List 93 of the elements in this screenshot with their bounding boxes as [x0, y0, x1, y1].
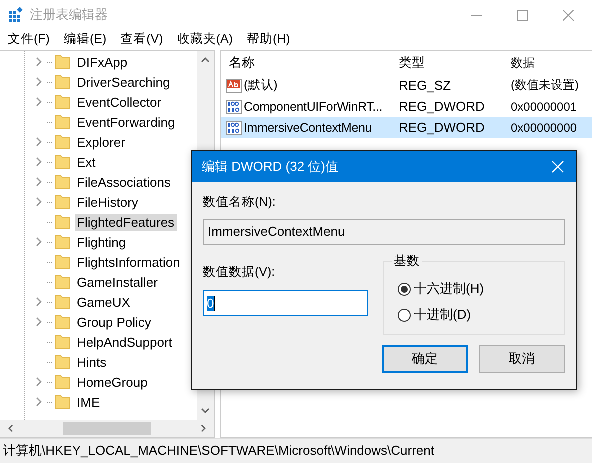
chevron-icon[interactable] — [36, 397, 42, 407]
folder-icon — [55, 394, 71, 410]
value-data: 0x00000000 — [510, 120, 578, 134]
scroll-right-icon[interactable] — [200, 424, 206, 433]
folder-icon — [55, 114, 71, 130]
tree-item[interactable]: Flighting — [75, 234, 128, 250]
tree-item[interactable]: GameUX — [75, 294, 132, 310]
tree-item[interactable]: DIFxApp — [75, 54, 130, 70]
column-header[interactable]: 类型 — [395, 54, 505, 72]
tree-item[interactable]: Group Policy — [75, 314, 154, 330]
menu-item[interactable]: 文件(F) — [8, 30, 50, 48]
folder-icon — [55, 374, 71, 390]
tree-item[interactable]: FlightsInformation — [75, 254, 182, 270]
chevron-icon[interactable] — [36, 317, 42, 327]
cancel-button[interactable]: 取消 — [479, 345, 565, 373]
chevron-icon[interactable] — [36, 97, 42, 107]
binary-value-icon — [226, 120, 242, 136]
tree-item[interactable]: EventForwarding — [75, 114, 178, 130]
folder-icon — [55, 194, 71, 210]
data-input-field[interactable]: 0 — [203, 290, 368, 316]
chevron-icon[interactable] — [36, 177, 42, 187]
tree-item[interactable]: Ext — [75, 154, 98, 170]
tree-item[interactable]: FileHistory — [75, 194, 140, 210]
tree-item[interactable]: IME — [75, 394, 102, 410]
maximize-icon[interactable] — [517, 10, 528, 20]
menu-item[interactable]: 查看(V) — [120, 30, 164, 48]
value-type: REG_SZ — [398, 78, 452, 93]
field-label: 数值名称(N): — [203, 194, 277, 211]
folder-icon — [55, 134, 71, 150]
ok-button[interactable]: 确定 — [382, 345, 468, 373]
value-name: ImmersiveContextMenu — [244, 120, 372, 134]
radio-label[interactable]: 十进制(D) — [414, 306, 472, 324]
folder-icon — [55, 354, 71, 370]
radio-button[interactable] — [398, 308, 411, 322]
chevron-icon[interactable] — [36, 197, 42, 207]
folder-icon — [55, 234, 71, 250]
close-icon[interactable] — [563, 10, 574, 20]
tree-item[interactable]: Explorer — [75, 134, 128, 150]
tree-item[interactable]: EventCollector — [75, 94, 164, 110]
menu-item[interactable]: 帮助(H) — [246, 30, 290, 48]
folder-icon — [55, 174, 71, 190]
folder-icon — [55, 54, 71, 70]
value-data: (数值未设置) — [510, 77, 580, 94]
column-header[interactable]: 名称 — [221, 54, 395, 72]
chevron-icon[interactable] — [36, 77, 42, 87]
menu-item[interactable]: 编辑(E) — [64, 30, 107, 48]
folder-icon — [55, 274, 71, 290]
tree-item[interactable]: DriverSearching — [75, 74, 172, 90]
value-name: ComponentUIForWinRT... — [244, 100, 382, 114]
menu-item[interactable]: 收藏夹(A) — [177, 30, 233, 48]
name-field: ImmersiveContextMenu — [203, 219, 565, 245]
value-type: REG_DWORD — [398, 120, 486, 135]
folder-icon — [55, 254, 71, 270]
value-name: (默认) — [244, 77, 278, 94]
chevron-icon[interactable] — [36, 57, 42, 67]
column-header[interactable]: 数据 — [505, 54, 592, 72]
tree-item[interactable]: Hints — [75, 354, 109, 370]
status-bar: 计算机\HKEY_LOCAL_MACHINE\SOFTWARE\Microsoft\Windows\Current — [0, 438, 592, 463]
app-icon — [8, 7, 24, 23]
tree-item[interactable]: FlightedFeatures — [75, 214, 177, 230]
folder-icon — [55, 294, 71, 310]
value-data: 0x00000001 — [510, 100, 578, 114]
chevron-icon[interactable] — [36, 157, 42, 167]
group-label: 基数 — [393, 253, 421, 270]
scroll-left-icon[interactable] — [8, 424, 14, 433]
scroll-up-icon[interactable] — [201, 57, 210, 63]
chevron-icon[interactable] — [36, 377, 42, 387]
value-row[interactable]: ImmersiveContextMenu REG_DWORD 0x00000000 — [221, 117, 592, 138]
folder-icon — [55, 94, 71, 110]
value-type: REG_DWORD — [398, 99, 486, 114]
tree-item[interactable]: HomeGroup — [75, 374, 150, 390]
radio-label[interactable]: 十六进制(H) — [414, 280, 484, 298]
folder-icon — [55, 214, 71, 230]
value-row[interactable]: (默认) REG_SZ (数值未设置) — [221, 75, 592, 96]
chevron-icon[interactable] — [36, 297, 42, 307]
folder-icon — [55, 74, 71, 90]
field-label: 数值数据(V): — [203, 264, 276, 281]
scroll-down-icon[interactable] — [201, 408, 210, 414]
chevron-icon[interactable] — [36, 137, 42, 147]
folder-icon — [55, 314, 71, 330]
tree-item[interactable]: FileAssociations — [75, 174, 173, 190]
chevron-icon[interactable] — [36, 237, 42, 247]
string-value-icon — [226, 78, 242, 94]
tree-item[interactable]: HelpAndSupport — [75, 334, 174, 350]
binary-value-icon — [226, 98, 242, 114]
tree-item[interactable]: GameInstaller — [75, 274, 160, 290]
folder-icon — [55, 334, 71, 350]
dialog-title: 编辑 DWORD (32 位)值 — [202, 158, 338, 176]
value-row[interactable]: ComponentUIForWinRT... REG_DWORD 0x00000001 — [221, 96, 592, 117]
folder-icon — [55, 154, 71, 170]
scrollbar-thumb[interactable] — [63, 422, 151, 435]
radio-button[interactable] — [398, 282, 411, 296]
window-title: 注册表编辑器 — [30, 6, 108, 24]
